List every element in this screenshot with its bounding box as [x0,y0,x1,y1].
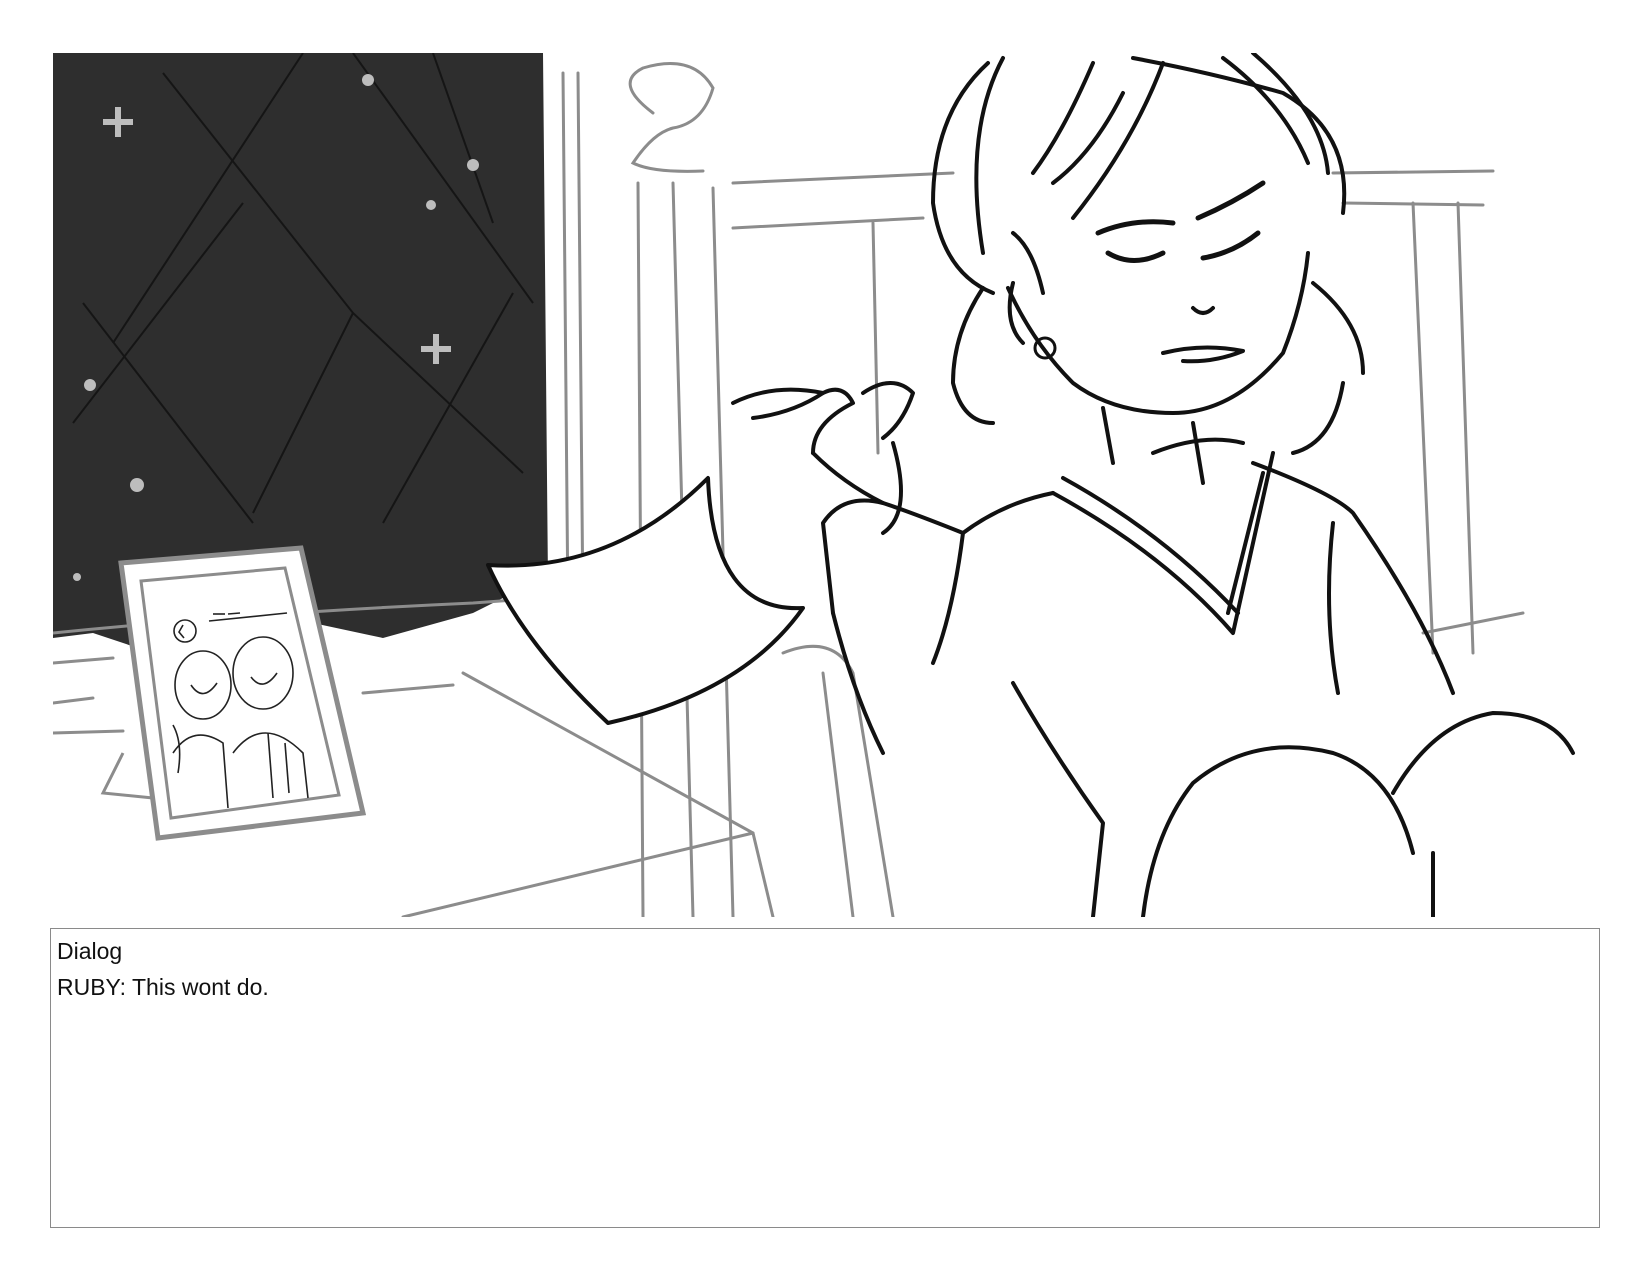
dialog-line: RUBY: This wont do. [57,974,269,1000]
dialog-heading: Dialog [57,938,123,964]
panel-drawing [53,53,1575,917]
character-ruby [731,53,1575,917]
storyboard-panel [53,53,1600,917]
dialog-box: Dialog RUBY: This wont do. [50,928,1600,1228]
